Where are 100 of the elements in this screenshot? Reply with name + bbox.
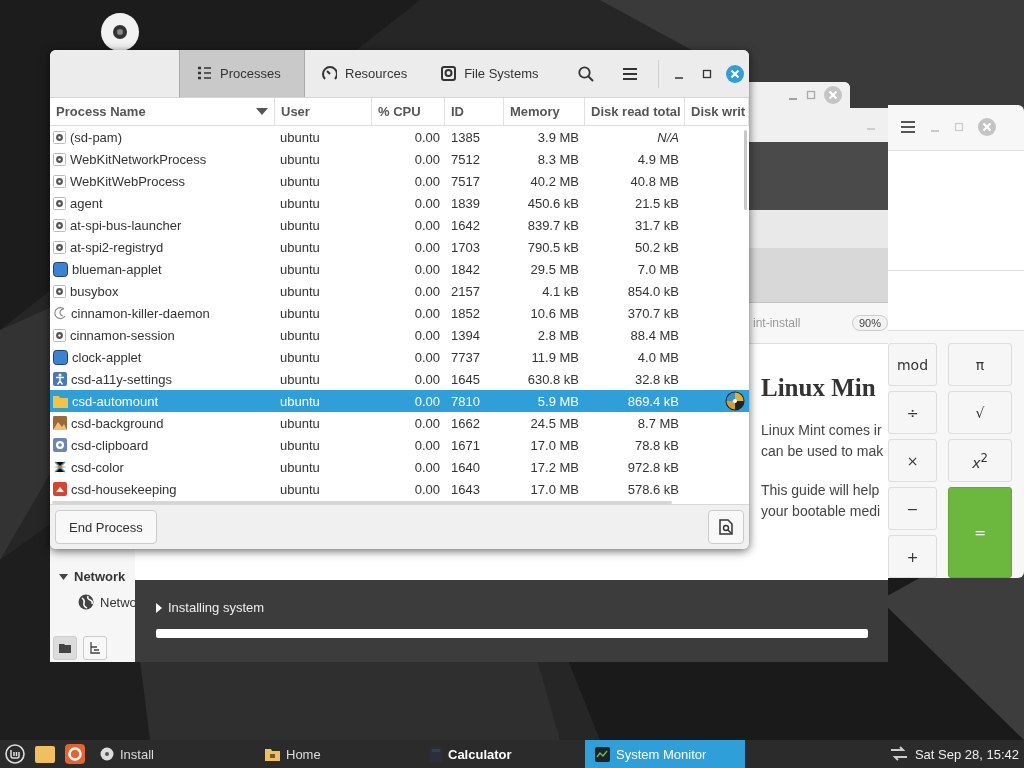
table-cell-text: 3.9 MB <box>536 129 580 145</box>
table-cell: at-spi2-registryd <box>70 239 164 255</box>
calc-button[interactable]: mod <box>888 343 937 386</box>
table-cell-text: 578.6 kB <box>626 481 680 497</box>
tab[interactable]: Resources <box>305 50 425 97</box>
table-cell-text: 31.7 kB <box>633 217 680 233</box>
gear-icon <box>53 152 66 166</box>
table-cell-text: ubuntu <box>279 459 321 475</box>
column-header[interactable]: % CPU <box>372 98 445 125</box>
table-cell-text: ubuntu <box>279 217 321 233</box>
calc-button[interactable]: − <box>888 487 937 530</box>
table-cell-text: 1662 <box>450 415 481 431</box>
table-row[interactable]: WebKitWebProcess ubuntu 0.00 7517 40.2 MB 40.8 MB <box>50 170 749 192</box>
table-cell-text: ubuntu <box>279 151 321 167</box>
table-cell-text: 7737 <box>450 349 481 365</box>
end-process-button[interactable]: End Process <box>55 510 157 544</box>
table-cell-text: 40.8 MB <box>629 173 680 189</box>
table-row[interactable]: WebKitNetworkProcess ubuntu 0.00 7512 8.3 MB 4.9 MB <box>50 148 749 170</box>
calc-button[interactable]: π <box>948 343 1012 386</box>
text-line: This guide will help <box>761 481 881 500</box>
table-row[interactable]: at-spi2-registryd ubuntu 0.00 1703 790.5 kB 50.2 kB <box>50 236 749 258</box>
table-cell: csd-clipboard <box>71 437 149 453</box>
table-cell-text: 0.00 <box>413 283 441 299</box>
zoom-badge[interactable]: 90% <box>851 315 888 331</box>
table-row[interactable]: cinnamon-session ubuntu 0.00 1394 2.8 MB 88.4 MB <box>50 324 749 346</box>
table-cell: busybox <box>70 283 119 299</box>
table-cell-text: 0.00 <box>413 217 441 233</box>
table-row[interactable]: blueman-applet ubuntu 0.00 1842 29.5 MB 7.0 MB <box>50 258 749 280</box>
table-cell-text: 790.5 kB <box>526 239 580 255</box>
column-header[interactable]: Disk writ <box>685 98 749 125</box>
table-row[interactable]: csd-clipboard ubuntu 0.00 1671 17.0 MB 78.8 kB <box>50 434 749 456</box>
table-row[interactable]: (sd-pam) ubuntu 0.00 1385 3.9 MB N/A <box>50 126 749 148</box>
table-cell-text: 854.0 kB <box>626 283 680 299</box>
sidebar-item[interactable]: Netwo <box>100 594 137 610</box>
clock-text[interactable]: Sat Sep 28, 15:42 <box>914 746 1019 762</box>
column-header[interactable]: Memory <box>504 98 585 125</box>
table-cell: cinnamon-killer-daemon <box>71 305 210 321</box>
table-row[interactable]: cinnamon-killer-daemon ubuntu 0.00 1852 10.6 MB 370.7 kB <box>50 302 749 324</box>
calc-button[interactable]: + <box>888 535 937 578</box>
calc-button[interactable]: x$^{2}$ <box>948 439 1012 482</box>
table-cell-text: 450.6 kB <box>526 195 580 211</box>
column-header[interactable]: Disk read total <box>585 98 685 125</box>
tab[interactable]: File Systems <box>424 50 556 97</box>
tree-button[interactable] <box>83 636 107 660</box>
table-cell: cinnamon-session <box>70 327 175 343</box>
table-cell-text: 4.9 MB <box>636 151 680 167</box>
disc-icon[interactable] <box>101 13 139 51</box>
gear-icon <box>53 240 66 254</box>
column-header[interactable]: Process Name <box>50 98 275 125</box>
properties-button[interactable] <box>708 510 744 544</box>
scrollbar[interactable] <box>744 130 747 210</box>
column-header[interactable]: User <box>275 98 372 125</box>
taskbar-item[interactable]: Calculator <box>420 740 580 768</box>
gauge-icon <box>322 66 337 81</box>
table-cell-text: ubuntu <box>279 239 321 255</box>
table-cell-text: ubuntu <box>279 327 321 343</box>
table-cell-text: 0.00 <box>413 393 441 409</box>
table-row[interactable]: busybox ubuntu 0.00 2157 4.1 kB 854.0 kB <box>50 280 749 302</box>
text-line: Linux Mint comes ir <box>761 421 883 440</box>
calc-button[interactable]: √ <box>948 391 1012 434</box>
table-cell-text: 17.0 MB <box>529 481 580 497</box>
taskbar-item[interactable]: Home <box>255 740 415 768</box>
table-cell: blueman-applet <box>72 261 162 277</box>
table-row[interactable]: csd-housekeeping ubuntu 0.00 1643 17.0 MB 578.6 kB <box>50 478 749 500</box>
table-cell-text: 0.00 <box>413 239 441 255</box>
menu-icon[interactable] <box>900 120 916 135</box>
sidebar-heading: Network <box>74 568 126 584</box>
network-icon[interactable] <box>888 745 909 763</box>
column-header[interactable]: ID <box>445 98 504 125</box>
table-row[interactable]: csd-background ubuntu 0.00 1662 24.5 MB 8.7 MB <box>50 412 749 434</box>
maximize-icon[interactable] <box>702 68 712 79</box>
table-row[interactable]: csd-color ubuntu 0.00 1640 17.2 MB 972.8 kB <box>50 456 749 478</box>
table-cell-text: 1852 <box>450 305 481 321</box>
calc-button[interactable]: × <box>888 439 937 482</box>
menu-icon[interactable] <box>622 66 638 81</box>
table-row[interactable]: agent ubuntu 0.00 1839 450.6 kB 21.5 kB <box>50 192 749 214</box>
taskbar-item[interactable]: Install <box>90 740 250 768</box>
table-cell-text: 0.00 <box>413 327 441 343</box>
table-row[interactable]: clock-applet ubuntu 0.00 7737 11.9 MB 4.0 MB <box>50 346 749 368</box>
table-cell-text: ubuntu <box>279 415 321 431</box>
table-row[interactable]: csd-a11y-settings ubuntu 0.00 1645 630.8 kB 32.8 kB <box>50 368 749 390</box>
places-button[interactable] <box>53 636 77 660</box>
table-cell-text: 50.2 kB <box>633 239 680 255</box>
table-cell-text: 24.5 MB <box>529 415 580 431</box>
expander-icon[interactable] <box>156 602 162 613</box>
table-cell-text: ubuntu <box>279 173 321 189</box>
close-icon[interactable] <box>726 64 744 83</box>
tab[interactable]: Processes <box>179 50 305 97</box>
table-row[interactable]: at-spi-bus-launcher ubuntu 0.00 1642 839.7 kB 31.7 kB <box>50 214 749 236</box>
table-cell-text: 32.8 kB <box>633 371 680 387</box>
table-cell-text: 1640 <box>450 459 481 475</box>
table-cell-text: 40.2 MB <box>529 173 580 189</box>
calc-button[interactable]: ÷ <box>888 391 937 434</box>
table-cell-text: 0.00 <box>413 173 441 189</box>
window-icon <box>53 349 68 365</box>
expander-down-icon[interactable] <box>59 571 68 581</box>
table-cell-text: 0.00 <box>413 261 441 277</box>
gear-icon <box>53 196 66 210</box>
table-cell-text: 7.0 MB <box>636 261 680 277</box>
table-cell-text: ubuntu <box>279 393 321 409</box>
